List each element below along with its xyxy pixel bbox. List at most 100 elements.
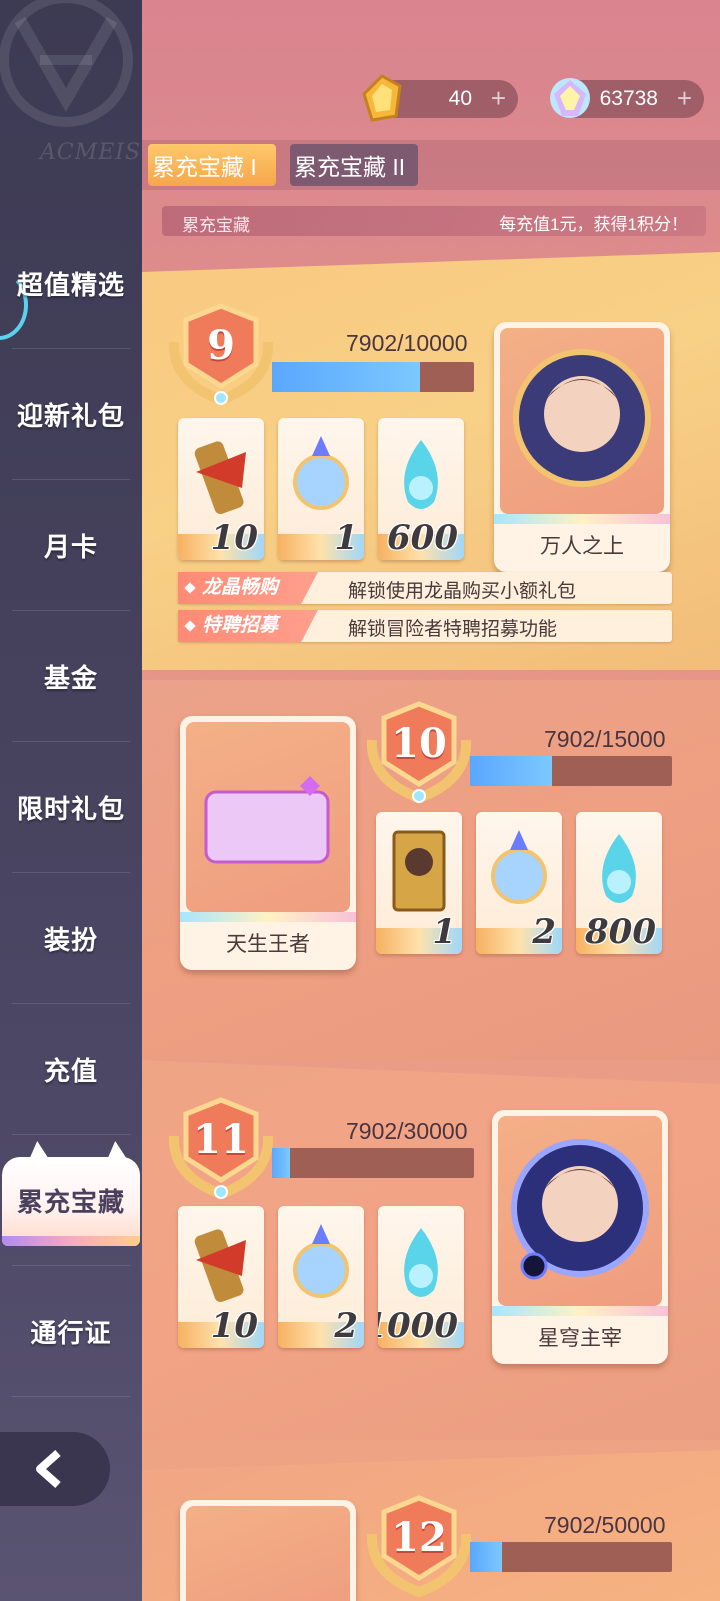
crystal-ball-icon xyxy=(491,830,547,904)
sidebar-item-limited-pack[interactable]: 限时礼包 xyxy=(0,742,142,873)
sidebar-item-label: 月卡 xyxy=(43,532,98,562)
perk-row: 龙晶畅购 解锁使用龙晶购买小额礼包 xyxy=(178,572,672,604)
logo-text: ACMEIS xyxy=(40,140,142,165)
reward-qty: 2 xyxy=(334,1306,358,1346)
sidebar-item-recharge-treasure[interactable]: 累充宝藏 xyxy=(0,1135,142,1266)
add-gold-button[interactable]: + xyxy=(491,83,506,114)
tier-progress-text: 7902/30000 xyxy=(346,1118,468,1144)
tab-treasure-1[interactable]: 累充宝藏 I xyxy=(148,144,276,186)
sidebar-item-label: 超值精选 xyxy=(16,270,125,300)
tier-progress-fill xyxy=(272,362,420,392)
sidebar-item-label: 迎新礼包 xyxy=(16,401,125,431)
perk-tag-label: 特聘招募 xyxy=(202,615,279,636)
perk-desc: 解锁冒险者特聘招募功能 xyxy=(348,619,558,640)
tier-level: 10 xyxy=(391,720,447,767)
active-tab-stripe xyxy=(2,1236,140,1246)
sidebar-item-newcomer-pack[interactable]: 迎新礼包 xyxy=(0,349,142,480)
rainbow-gem-icon xyxy=(550,78,590,118)
title-card-art xyxy=(186,722,350,912)
sidebar-item-label: 限时礼包 xyxy=(16,794,125,824)
avatar-frame-art xyxy=(498,1116,662,1306)
tier-level: 12 xyxy=(391,1514,447,1561)
perk-tag-label: 龙晶畅购 xyxy=(202,577,279,598)
crystal-ball-icon xyxy=(293,1224,349,1298)
reward-name: 天生王者 xyxy=(226,933,310,956)
reward-item-scroll[interactable]: 10 xyxy=(178,418,264,560)
tier-badge: 9 xyxy=(164,302,278,406)
character-card-icon xyxy=(392,830,446,912)
tier-progress-fill xyxy=(470,1542,502,1572)
reward-item-scroll[interactable]: 10 xyxy=(178,1206,264,1348)
reward-avatar-frame[interactable]: 星穹主宰 xyxy=(492,1110,668,1364)
tier-badge: 11 xyxy=(164,1096,278,1200)
reward-title-card[interactable] xyxy=(180,1500,356,1601)
reward-name: 星穹主宰 xyxy=(538,1327,622,1350)
add-diamond-button[interactable]: + xyxy=(677,83,692,114)
sidebar-item-label: 通行证 xyxy=(30,1318,112,1348)
tab-treasure-2[interactable]: 累充宝藏 II xyxy=(290,144,418,186)
reward-qty: 600 xyxy=(387,518,458,558)
diamond-amount: 63738 xyxy=(599,87,658,110)
tier-progress-text: 7902/10000 xyxy=(346,330,468,356)
nav-list: 超值精选 迎新礼包 月卡 基金 限时礼包 装扮 充值 累充宝藏 通行证 xyxy=(0,218,142,1397)
chevron-left-icon xyxy=(36,1450,61,1488)
card-band xyxy=(492,1306,668,1316)
avatar-portrait-icon xyxy=(511,1139,649,1280)
reward-item-crystal-ball[interactable]: 2 xyxy=(476,812,562,954)
tier-progress-bar xyxy=(470,756,672,786)
sidebar-item-label: 累充宝藏 xyxy=(16,1187,125,1217)
spirit-flame-icon xyxy=(404,1228,438,1297)
diamond-currency: 63738 + xyxy=(550,78,704,118)
tier-badge: 10 xyxy=(362,700,476,804)
reward-item-character-card[interactable]: 1 xyxy=(376,812,462,954)
reward-name: 万人之上 xyxy=(540,535,624,558)
tier-progress-fill xyxy=(272,1148,290,1178)
gold-amount: 40 xyxy=(448,87,472,110)
sidebar-item-label: 装扮 xyxy=(43,925,98,955)
sidebar-item-outfits[interactable]: 装扮 xyxy=(0,873,142,1004)
diamond-bullet-icon xyxy=(184,620,196,632)
perk-tag: 特聘招募 xyxy=(178,610,318,642)
info-bar-rule: 每充值1元，获得1积分！ xyxy=(499,215,688,234)
reward-qty: 800 xyxy=(585,912,656,952)
reward-qty: 10 xyxy=(210,518,258,558)
tier-progress-fill xyxy=(470,756,552,786)
perk-desc: 解锁使用龙晶购买小额礼包 xyxy=(348,581,577,602)
reward-avatar-frame[interactable]: 万人之上 xyxy=(494,322,670,572)
sidebar-item-featured[interactable]: 超值精选 xyxy=(0,218,142,349)
tier-progress-text: 7902/15000 xyxy=(544,726,666,752)
diamond-bullet-icon xyxy=(184,582,196,594)
reward-item-spirit-flame[interactable]: 600 xyxy=(378,418,464,560)
sidebar-item-recharge[interactable]: 充值 xyxy=(0,1004,142,1135)
spirit-flame-icon xyxy=(404,440,438,509)
sidebar: ACMEIS 超值精选 迎新礼包 月卡 基金 限时礼包 装扮 充值 累充宝藏 通… xyxy=(0,0,142,1601)
info-bar: 累充宝藏 每充值1元，获得1积分！ xyxy=(162,206,706,236)
sidebar-item-label: 充值 xyxy=(43,1056,98,1086)
sidebar-item-battle-pass[interactable]: 通行证 xyxy=(0,1266,142,1397)
reward-item-crystal-ball[interactable]: 2 xyxy=(278,1206,364,1348)
back-button[interactable] xyxy=(0,1432,110,1506)
reward-qty: 10 xyxy=(210,1306,258,1346)
reward-qty: 1000 xyxy=(378,1306,458,1346)
reward-item-spirit-flame[interactable]: 800 xyxy=(576,812,662,954)
reward-title-card[interactable]: 天生王者 xyxy=(180,716,356,970)
info-bar-title: 累充宝藏 xyxy=(182,216,250,235)
tier-progress-bar xyxy=(470,1542,672,1572)
crystal-ball-icon xyxy=(293,436,349,510)
reward-item-crystal-ball[interactable]: 1 xyxy=(278,418,364,560)
scroll-icon xyxy=(194,1229,246,1303)
perk-row: 特聘招募 解锁冒险者特聘招募功能 xyxy=(178,610,672,642)
tier-level: 9 xyxy=(207,322,235,369)
sidebar-item-fund[interactable]: 基金 xyxy=(0,611,142,742)
perk-tag: 龙晶畅购 xyxy=(178,572,318,604)
tier-level: 11 xyxy=(193,1116,249,1163)
card-band xyxy=(494,514,670,524)
reward-item-spirit-flame[interactable]: 1000 xyxy=(378,1206,464,1348)
title-card-art xyxy=(186,1506,350,1601)
sidebar-item-label: 基金 xyxy=(43,663,98,693)
tier-progress-bar xyxy=(272,362,474,392)
nameplate-icon xyxy=(204,776,330,864)
gold-currency: 40 + xyxy=(362,74,518,122)
sidebar-item-monthly-card[interactable]: 月卡 xyxy=(0,480,142,611)
scroll-icon xyxy=(194,441,246,515)
